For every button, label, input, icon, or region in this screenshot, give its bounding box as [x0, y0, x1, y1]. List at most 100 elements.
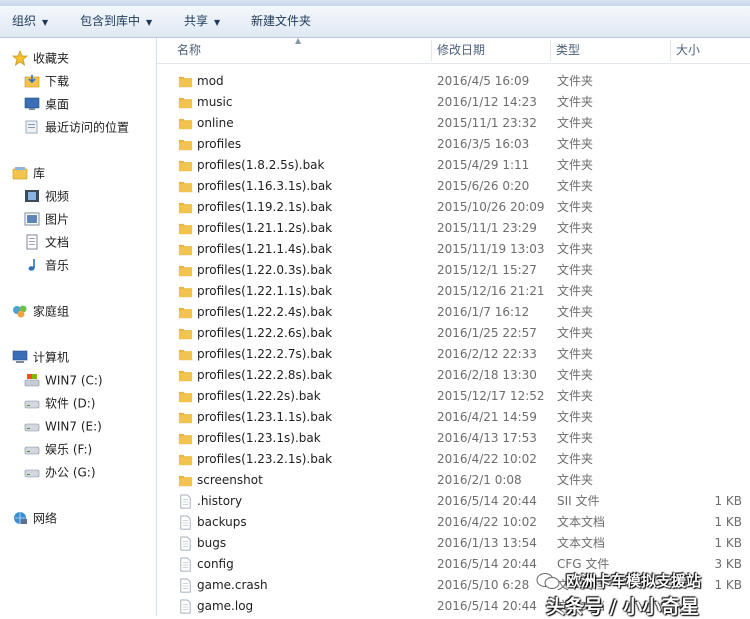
- file-size: 1 KB: [714, 515, 742, 529]
- nav-network-label: 网络: [33, 511, 58, 526]
- file-name: profiles(1.22.2s).bak: [197, 389, 321, 403]
- new-folder-button[interactable]: 新建文件夹: [251, 12, 311, 30]
- share-label: 共享: [184, 14, 209, 28]
- nav-recent-places[interactable]: 最近访问的位置: [24, 117, 129, 137]
- nav-homegroup-label: 家庭组: [33, 304, 70, 319]
- nav-desktop[interactable]: 桌面: [24, 94, 69, 114]
- nav-drive-label: 办公 (G:): [45, 465, 96, 480]
- nav-computer[interactable]: 计算机: [12, 347, 69, 367]
- navigation-pane: 收藏夹 下载 桌面 最近访问的位置 库 视频 图片 文档 音乐 家庭组 计算机 …: [0, 38, 157, 616]
- file-row[interactable]: mod 2016/4/5 16:09 文件夹: [157, 71, 750, 92]
- nav-network[interactable]: 网络: [12, 508, 57, 528]
- column-type[interactable]: 类型: [554, 38, 580, 63]
- file-row[interactable]: .history 2016/5/14 20:44 SII 文件 1 KB: [157, 491, 750, 512]
- hard-drive-icon: [24, 423, 40, 431]
- nav-drive-f[interactable]: 娱乐 (F:): [24, 439, 92, 459]
- include-in-library-label: 包含到库中: [80, 14, 141, 28]
- documents-icon: [26, 234, 38, 249]
- file-name: game.crash: [197, 578, 268, 592]
- file-row[interactable]: profiles(1.23.2.1s).bak 2016/4/22 10:02 文件…: [157, 449, 750, 470]
- command-bar: 组织 ▼ 包含到库中 ▼ 共享 ▼ 新建文件夹: [0, 6, 750, 38]
- nav-documents[interactable]: 文档: [24, 232, 69, 252]
- file-type: 文件夹: [557, 368, 594, 382]
- file-row[interactable]: profiles(1.23.1s).bak 2016/4/13 17:53 文件夹: [157, 428, 750, 449]
- organize-button[interactable]: 组织 ▼: [12, 12, 48, 30]
- file-type: 文件夹: [557, 158, 594, 172]
- nav-drive-d[interactable]: 软件 (D:): [24, 393, 95, 413]
- file-row[interactable]: screenshot 2016/2/1 0:08 文件夹: [157, 470, 750, 491]
- file-name: screenshot: [197, 473, 263, 487]
- file-row[interactable]: online 2015/11/1 23:32 文件夹: [157, 113, 750, 134]
- nav-pictures-label: 图片: [45, 212, 70, 227]
- file-row[interactable]: backups 2016/4/22 10:02 文本文档 1 KB: [157, 512, 750, 533]
- nav-drive-c[interactable]: WIN7 (C:): [24, 370, 103, 390]
- file-date: 2015/11/1 23:32: [437, 116, 537, 130]
- file-row[interactable]: profiles(1.22.2.8s).bak 2016/2/18 13:30 文件…: [157, 365, 750, 386]
- folder-icon: [178, 223, 193, 235]
- organize-label: 组织: [12, 14, 37, 28]
- nav-downloads[interactable]: 下载: [24, 71, 69, 91]
- file-row[interactable]: game.log 2016/5/14 20:44 文本文档: [157, 596, 750, 617]
- file-date: 2016/5/14 20:44: [437, 557, 537, 571]
- nav-libraries[interactable]: 库: [12, 163, 45, 183]
- folder-icon: [178, 391, 193, 403]
- file-name: profiles(1.21.1.2s).bak: [197, 221, 333, 235]
- nav-pictures[interactable]: 图片: [24, 209, 69, 229]
- file-row[interactable]: profiles(1.22.0.3s).bak 2015/12/1 15:27 文件…: [157, 260, 750, 281]
- file-row[interactable]: profiles(1.16.3.1s).bak 2015/6/26 0:20 文件夹: [157, 176, 750, 197]
- file-type: 文件夹: [557, 179, 594, 193]
- nav-favorites[interactable]: 收藏夹: [12, 48, 69, 68]
- file-row[interactable]: game.crash 2016/5/10 6:28 文本文档 1 KB: [157, 575, 750, 596]
- nav-videos[interactable]: 视频: [24, 186, 69, 206]
- share-button[interactable]: 共享 ▼: [184, 12, 220, 30]
- desktop-icon: [24, 97, 40, 110]
- star-icon: [12, 49, 28, 66]
- file-type: 文件夹: [557, 452, 594, 466]
- column-divider[interactable]: [550, 40, 551, 61]
- file-row[interactable]: profiles(1.22.2.7s).bak 2016/2/12 22:33 文件…: [157, 344, 750, 365]
- file-type: 文件夹: [557, 74, 594, 88]
- file-row[interactable]: profiles(1.19.2.1s).bak 2015/10/26 20:09 文…: [157, 197, 750, 218]
- file-date: 2015/12/17 12:52: [437, 389, 545, 403]
- folder-icon: [178, 97, 193, 109]
- file-type: SII 文件: [557, 494, 600, 508]
- nav-drive-g[interactable]: 办公 (G:): [24, 462, 96, 482]
- column-divider[interactable]: [431, 40, 432, 61]
- file-type: 文本文档: [557, 536, 606, 550]
- file-date: 2016/2/1 0:08: [437, 473, 522, 487]
- file-row[interactable]: profiles 2016/3/5 16:03 文件夹: [157, 134, 750, 155]
- file-row[interactable]: profiles(1.8.2.5s).bak 2015/4/29 1:11 文件夹: [157, 155, 750, 176]
- column-size[interactable]: 大小: [674, 38, 700, 63]
- nav-music[interactable]: 音乐: [24, 255, 69, 275]
- column-divider[interactable]: [670, 40, 671, 61]
- file-type: 文件夹: [557, 263, 594, 277]
- file-date: 2016/3/5 16:03: [437, 137, 530, 151]
- file-row[interactable]: profiles(1.22.1.1s).bak 2015/12/16 21:21 文…: [157, 281, 750, 302]
- file-row[interactable]: profiles(1.23.1.1s).bak 2016/4/21 14:59 文件…: [157, 407, 750, 428]
- nav-drive-e[interactable]: WIN7 (E:): [24, 416, 102, 436]
- file-row[interactable]: config 2016/5/14 20:44 CFG 文件 3 KB: [157, 554, 750, 575]
- column-name[interactable]: 名称: [175, 38, 201, 63]
- include-in-library-button[interactable]: 包含到库中 ▼: [80, 12, 152, 30]
- folder-icon: [178, 181, 193, 193]
- file-row[interactable]: profiles(1.22.2.4s).bak 2016/1/7 16:12 文件夹: [157, 302, 750, 323]
- nav-favorites-label: 收藏夹: [33, 51, 70, 66]
- column-date[interactable]: 修改日期: [435, 38, 485, 63]
- hard-drive-icon: [24, 400, 40, 408]
- file-date: 2015/11/19 13:03: [437, 242, 545, 256]
- file-name: .history: [197, 494, 243, 508]
- file-date: 2016/4/13 17:53: [437, 431, 537, 445]
- file-row[interactable]: profiles(1.22.2.6s).bak 2016/1/25 22:57 文件…: [157, 323, 750, 344]
- nav-computer-label: 计算机: [33, 350, 70, 365]
- document-icon: [180, 494, 191, 509]
- file-row[interactable]: profiles(1.21.1.2s).bak 2015/11/1 23:29 文件…: [157, 218, 750, 239]
- file-name: mod: [197, 74, 224, 88]
- file-row[interactable]: profiles(1.22.2s).bak 2015/12/17 12:52 文件夹: [157, 386, 750, 407]
- file-name: profiles(1.22.2.4s).bak: [197, 305, 333, 319]
- file-row[interactable]: bugs 2016/1/13 13:54 文本文档 1 KB: [157, 533, 750, 554]
- file-row[interactable]: profiles(1.21.1.4s).bak 2015/11/19 13:03 文…: [157, 239, 750, 260]
- file-row[interactable]: music 2016/1/12 14:23 文件夹: [157, 92, 750, 113]
- nav-homegroup[interactable]: 家庭组: [12, 301, 69, 321]
- file-date: 2016/5/10 6:28: [437, 578, 530, 592]
- file-date: 2015/6/26 0:20: [437, 179, 530, 193]
